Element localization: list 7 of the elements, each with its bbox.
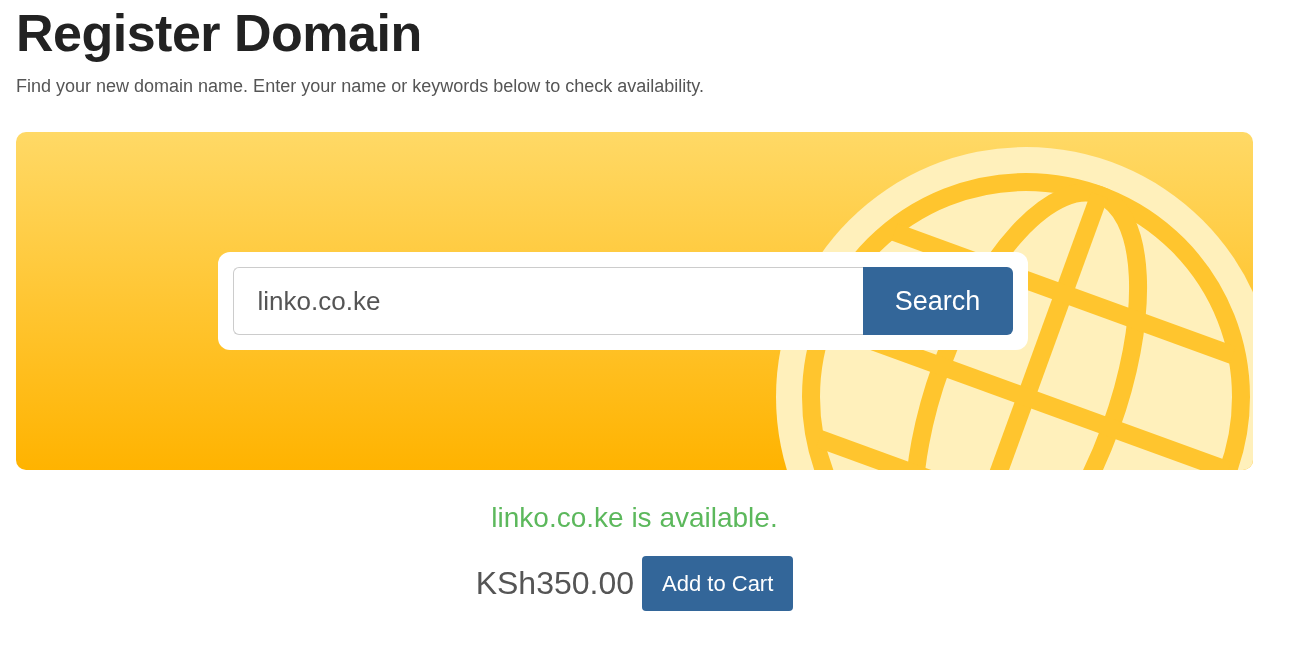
domain-price: KSh350.00 — [475, 565, 635, 602]
page-subtitle: Find your new domain name. Enter your name or keywords below to check availability. — [16, 76, 705, 97]
availability-message: linko.co.ke is available. — [491, 502, 778, 534]
add-to-cart-button[interactable]: Add to Cart — [642, 556, 794, 611]
domain-search-field[interactable]: linko.co.ke — [232, 267, 863, 335]
page-title: Register Domain — [16, 3, 423, 64]
search-button[interactable]: Search — [862, 267, 1013, 335]
